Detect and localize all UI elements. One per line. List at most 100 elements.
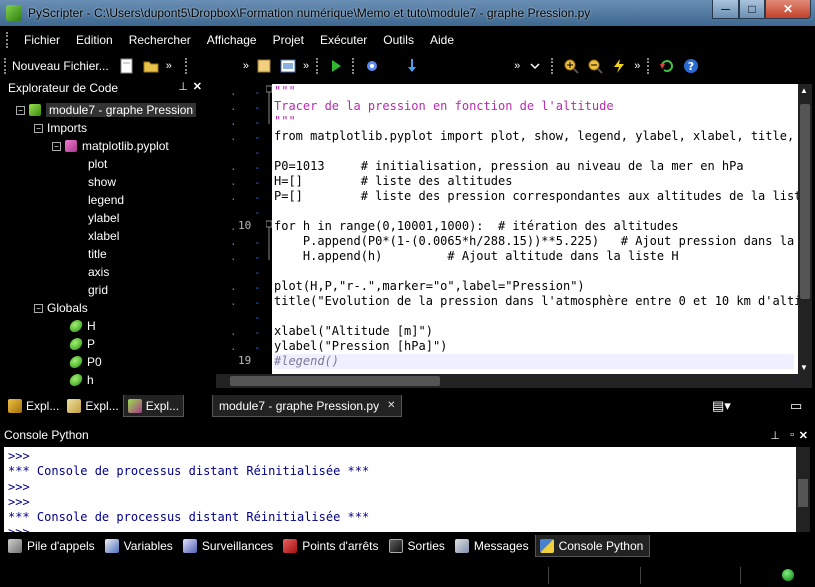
menu-aide[interactable]: Aide — [422, 33, 462, 47]
tree-global-row[interactable]: H — [68, 317, 96, 335]
open-folder-icon[interactable] — [141, 57, 161, 75]
console-line: >>> — [8, 495, 30, 509]
editor-vertical-scrollbar[interactable]: ▲ ▼ — [798, 84, 812, 374]
tab-code-explorer[interactable]: Expl... — [122, 395, 185, 417]
tree-module-row[interactable]: − module7 - graphe Pression — [16, 101, 197, 119]
toolbar-overflow-3[interactable]: » — [303, 60, 309, 72]
tab-label: Messages — [473, 539, 529, 553]
project-icon — [67, 399, 82, 413]
code-line: for h in range(0,10001,1000): # itératio… — [274, 219, 679, 233]
refresh-icon[interactable] — [657, 57, 677, 75]
tree-imports-row[interactable]: − Imports — [34, 119, 87, 137]
python-console[interactable]: >>> *** Console de processus distant Réi… — [4, 447, 796, 532]
new-file-button[interactable]: Nouveau Fichier... — [12, 59, 109, 73]
collapse-icon[interactable]: − — [34, 123, 43, 133]
tree-item[interactable]: grid — [88, 281, 108, 299]
menu-fichier[interactable]: Fichier — [16, 33, 68, 47]
pin-icon[interactable]: ⊥ — [770, 429, 780, 442]
tab-python-console[interactable]: Console Python — [534, 535, 651, 557]
close-panel-icon[interactable]: ✕ — [799, 429, 808, 442]
gutter-line: - — [254, 266, 261, 279]
minimize-button[interactable]: ─ — [712, 0, 739, 19]
scrollbar-thumb[interactable] — [800, 104, 810, 299]
gutter-line: - — [254, 311, 261, 324]
pin-icon[interactable]: ⊥ — [178, 80, 188, 93]
menu-outils[interactable]: Outils — [375, 33, 422, 47]
tree-item[interactable]: plot — [88, 155, 107, 173]
zoom-in-icon[interactable] — [561, 57, 581, 75]
watches-icon — [182, 539, 197, 553]
code-area[interactable]: """ Tracer de la pression en fonction de… — [272, 84, 798, 374]
code-explorer-title: Explorateur de Code — [8, 81, 119, 95]
gutter-line: · - — [230, 296, 261, 311]
toolbar-grip-6 — [647, 58, 651, 74]
menu-affichage[interactable]: Affichage — [199, 33, 265, 47]
tree-global-row[interactable]: P — [68, 335, 95, 353]
dropdown-chevron-icon[interactable] — [525, 57, 545, 75]
close-panel-icon[interactable]: ✕ — [193, 80, 202, 93]
tree-item[interactable]: legend — [88, 191, 124, 209]
preview-icon[interactable] — [278, 57, 298, 75]
code-line: H=[] # liste des altitudes — [274, 174, 513, 188]
menu-grip — [6, 32, 10, 48]
tab-call-stack[interactable]: Pile d'appels — [4, 535, 101, 557]
menu-projet[interactable]: Projet — [265, 33, 312, 47]
close-button[interactable]: ✕ — [765, 0, 811, 19]
tree-item[interactable]: xlabel — [88, 227, 119, 245]
lightning-icon[interactable] — [609, 57, 629, 75]
tab-project-explorer[interactable]: Expl... — [63, 395, 122, 417]
tree-item[interactable]: ylabel — [88, 209, 119, 227]
tab-variables[interactable]: Variables — [101, 535, 179, 557]
debug-icon[interactable] — [362, 57, 382, 75]
gutter-line: · - — [230, 251, 261, 266]
maximize-button[interactable]: □ — [739, 0, 765, 19]
tree-item[interactable]: title — [88, 245, 107, 263]
editor-horizontal-scrollbar[interactable] — [216, 374, 812, 388]
tree-import-module-row[interactable]: − matplotlib.pyplot — [52, 137, 169, 155]
close-tab-icon[interactable]: ✕ — [387, 400, 395, 411]
window-list-icon[interactable]: ▤▾ — [712, 398, 731, 414]
code-line: P.append(P0*(1-(0.0065*h/288.15))**5.225… — [274, 234, 795, 248]
menu-bar: Fichier Edition Rechercher Affichage Pro… — [0, 28, 815, 52]
tree-global-row[interactable]: P0 — [68, 353, 102, 371]
collapse-icon[interactable]: − — [16, 105, 25, 115]
tree-globals-row[interactable]: − Globals — [34, 299, 88, 317]
editor-tab[interactable]: module7 - graphe Pression.py ✕ — [212, 395, 403, 417]
tree-item[interactable]: axis — [88, 263, 109, 281]
step-into-icon[interactable] — [402, 57, 422, 75]
collapse-icon[interactable]: − — [52, 141, 61, 151]
toolbar-overflow-2[interactable]: » — [243, 60, 249, 72]
console-scrollbar[interactable] — [796, 447, 810, 532]
tab-output[interactable]: Sorties — [385, 535, 451, 557]
title-bar: PyScripter - C:\Users\dupont5\Dropbox\Fo… — [0, 0, 815, 26]
menu-edition[interactable]: Edition — [68, 33, 121, 47]
zoom-out-icon[interactable] — [585, 57, 605, 75]
menu-executer[interactable]: Exécuter — [312, 33, 375, 47]
toolbar-overflow-1[interactable]: » — [166, 60, 172, 72]
tab-breakpoints[interactable]: Points d'arrêts — [279, 535, 384, 557]
toolbar-overflow-5[interactable]: » — [634, 60, 640, 72]
bookmark-icon[interactable] — [254, 57, 274, 75]
scroll-down-icon[interactable]: ▼ — [800, 363, 808, 372]
tree-global-row[interactable]: h — [68, 371, 94, 389]
tab-watches[interactable]: Surveillances — [179, 535, 279, 557]
maximize-editor-icon[interactable]: ▭ — [790, 398, 802, 414]
new-document-icon[interactable] — [117, 57, 137, 75]
gutter-line: · - — [230, 161, 261, 176]
scrollbar-thumb[interactable] — [230, 376, 440, 386]
run-icon[interactable] — [326, 57, 346, 75]
tab-messages[interactable]: Messages — [451, 535, 535, 557]
help-icon[interactable]: ? — [681, 57, 701, 75]
maximize-icon[interactable]: ▫ — [790, 429, 794, 441]
toolbar-overflow-4[interactable]: » — [514, 60, 520, 72]
status-separator — [548, 567, 549, 584]
tree-item[interactable]: show — [88, 173, 116, 191]
tab-file-explorer[interactable]: Expl... — [4, 395, 63, 417]
gutter-line: · - — [230, 326, 261, 341]
scrollbar-thumb[interactable] — [798, 479, 808, 507]
collapse-icon[interactable]: − — [34, 303, 43, 313]
menu-rechercher[interactable]: Rechercher — [121, 33, 199, 47]
status-separator — [740, 567, 741, 584]
code-line-current: #legend() — [274, 354, 794, 369]
scroll-up-icon[interactable]: ▲ — [800, 86, 808, 95]
